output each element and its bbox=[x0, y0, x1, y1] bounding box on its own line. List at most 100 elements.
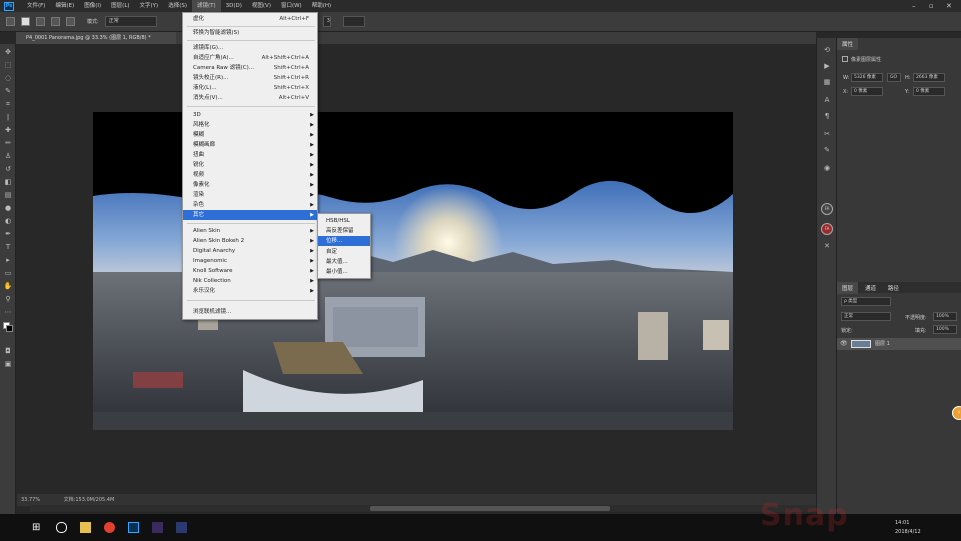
menu-item-vanishing-point[interactable]: 消失点(V)... Alt+Ctrl+V bbox=[183, 93, 317, 103]
menu-item-smart-filter[interactable]: 转换为智能滤镜(S) bbox=[183, 28, 317, 38]
eraser-tool-icon[interactable]: ◧ bbox=[3, 178, 13, 187]
crop-tool-icon[interactable]: ⌗ bbox=[3, 100, 13, 109]
height-field[interactable] bbox=[342, 16, 365, 27]
submenu-item-maximum[interactable]: 最大值... bbox=[318, 257, 370, 267]
screen-mode-icon[interactable]: ▣ bbox=[3, 360, 13, 369]
submenu-item-hsb-hsl[interactable]: HSB/HSL bbox=[318, 216, 370, 226]
photoshop-taskbar-icon[interactable] bbox=[128, 522, 139, 533]
menu-image[interactable]: 图像(I) bbox=[79, 0, 106, 12]
submenu-item-high-pass[interactable]: 高反差保留 bbox=[318, 226, 370, 236]
menu-item-stylize[interactable]: 风格化 ▶ bbox=[183, 120, 317, 130]
menu-item-liquify[interactable]: 液化(L)... Shift+Ctrl+X bbox=[183, 83, 317, 93]
blend-mode-select[interactable]: 正常 bbox=[841, 312, 891, 321]
paragraph-icon[interactable]: ¶ bbox=[822, 112, 832, 121]
more-tools-icon[interactable]: ⋯ bbox=[3, 308, 13, 317]
glyph-icon[interactable]: ◉ bbox=[822, 164, 832, 173]
actions-icon[interactable]: ▶ bbox=[822, 62, 832, 71]
menu-item-yongle[interactable]: 永乐汉化 ▶ bbox=[183, 286, 317, 296]
chrome-icon[interactable] bbox=[104, 522, 115, 533]
menu-item-nik-collection[interactable]: Nik Collection ▶ bbox=[183, 276, 317, 286]
menu-item-other[interactable]: 其它 ▶ bbox=[183, 210, 317, 220]
shape-tool-icon[interactable]: ▭ bbox=[3, 269, 13, 278]
fill-field[interactable]: 100% bbox=[933, 325, 957, 334]
scroll-thumb[interactable] bbox=[370, 506, 610, 511]
brush-preset-icon[interactable]: ✎ bbox=[822, 146, 832, 155]
history-icon[interactable]: ⟲ bbox=[822, 46, 832, 55]
menu-item-sharpen[interactable]: 锐化 ▶ bbox=[183, 160, 317, 170]
link-dimensions-button[interactable]: GO bbox=[887, 73, 901, 82]
minimize-icon[interactable]: – bbox=[912, 0, 916, 12]
close-icon[interactable]: ✕ bbox=[946, 0, 952, 12]
healing-tool-icon[interactable]: ✚ bbox=[3, 126, 13, 135]
tab-layers[interactable]: 图层 bbox=[837, 282, 859, 294]
menu-item-imagenomic[interactable]: Imagenomic ▶ bbox=[183, 256, 317, 266]
menu-item-lens-correction[interactable]: 镜头校正(R)... Shift+Ctrl+R bbox=[183, 73, 317, 83]
character-icon[interactable]: A bbox=[822, 96, 832, 105]
lasso-tool-icon[interactable]: ◌ bbox=[3, 74, 13, 83]
new-selection-icon[interactable] bbox=[21, 17, 30, 26]
type-tool-icon[interactable]: T bbox=[3, 243, 13, 252]
menu-item-blur-gallery[interactable]: 模糊画廊 ▶ bbox=[183, 140, 317, 150]
submenu-item-custom[interactable]: 自定 bbox=[318, 247, 370, 257]
subtract-selection-icon[interactable] bbox=[51, 17, 60, 26]
menu-view[interactable]: 视图(V) bbox=[247, 0, 276, 12]
eye-icon[interactable]: 👁 bbox=[840, 340, 848, 347]
menu-item-video[interactable]: 视频 ▶ bbox=[183, 170, 317, 180]
menu-3d[interactable]: 3D(D) bbox=[221, 0, 247, 12]
menu-select[interactable]: 选择(S) bbox=[163, 0, 192, 12]
floating-assist-button[interactable]: › bbox=[952, 406, 961, 420]
quick-mask-icon[interactable]: ◘ bbox=[3, 347, 13, 356]
file-explorer-icon[interactable] bbox=[80, 522, 91, 533]
background-color-swatch[interactable] bbox=[6, 325, 13, 332]
submenu-item-minimum[interactable]: 最小值... bbox=[318, 267, 370, 277]
intersect-selection-icon[interactable] bbox=[66, 17, 75, 26]
menu-item-digital-anarchy[interactable]: Digital Anarchy ▶ bbox=[183, 246, 317, 256]
x-field[interactable]: 0 像素 bbox=[851, 87, 883, 96]
menu-layer[interactable]: 图层(L) bbox=[106, 0, 134, 12]
quick-select-tool-icon[interactable]: ✎ bbox=[3, 87, 13, 96]
menu-help[interactable]: 帮助(H) bbox=[307, 0, 336, 12]
menu-item-blur[interactable]: 模糊 ▶ bbox=[183, 130, 317, 140]
taskbar-date[interactable]: 2018/4/12 bbox=[895, 529, 921, 535]
menu-item-3d[interactable]: 3D ▶ bbox=[183, 110, 317, 120]
menu-item-distort[interactable]: 扭曲 ▶ bbox=[183, 150, 317, 160]
app-taskbar-icon[interactable] bbox=[152, 522, 163, 533]
zoom-tool-icon[interactable]: ⚲ bbox=[3, 295, 13, 304]
width-field[interactable]: 5326 像素 bbox=[851, 73, 883, 82]
menu-item-render[interactable]: 渲染 ▶ bbox=[183, 190, 317, 200]
stamp-tool-icon[interactable]: ♙ bbox=[3, 152, 13, 161]
maximize-icon[interactable]: ▫ bbox=[929, 0, 934, 12]
tab-paths[interactable]: 路径 bbox=[883, 282, 904, 294]
opacity-field[interactable]: 3 bbox=[322, 16, 331, 27]
horizontal-scrollbar[interactable] bbox=[30, 505, 820, 512]
hand-tool-icon[interactable]: ✋ bbox=[3, 282, 13, 291]
pen-tool-icon[interactable]: ✒ bbox=[3, 230, 13, 239]
document-tab[interactable]: P4_0001 Panorama.jpg @ 33.3% (图层 1, RGB/… bbox=[16, 32, 176, 44]
move-tool-icon[interactable]: ✥ bbox=[3, 48, 13, 57]
tools-preset-icon[interactable]: ✂ bbox=[822, 130, 832, 139]
menu-item-browse-online[interactable]: 浏览联机滤镜... bbox=[183, 307, 317, 317]
layer-opacity-field[interactable]: 100% bbox=[933, 312, 957, 321]
menu-item-noise[interactable]: 杂色 ▶ bbox=[183, 200, 317, 210]
menu-item-alien-skin-bokeh[interactable]: Alien Skin Bokeh 2 ▶ bbox=[183, 236, 317, 246]
plugin-badge-red-icon[interactable]: FA bbox=[821, 223, 833, 235]
path-select-tool-icon[interactable]: ▸ bbox=[3, 256, 13, 265]
plugin-badge-icon[interactable]: FA bbox=[821, 203, 833, 215]
menu-item-knoll-software[interactable]: Knoll Software ▶ bbox=[183, 266, 317, 276]
menu-type[interactable]: 文字(Y) bbox=[135, 0, 164, 12]
menu-item-filter-gallery[interactable]: 滤镜库(G)... bbox=[183, 43, 317, 53]
history-brush-tool-icon[interactable]: ↺ bbox=[3, 165, 13, 174]
swatches-icon[interactable]: ▦ bbox=[822, 78, 832, 87]
tab-channels[interactable]: 通道 bbox=[860, 282, 881, 294]
menu-item-camera-raw[interactable]: Camera Raw 滤镜(C)... Shift+Ctrl+A bbox=[183, 63, 317, 73]
windows-start-icon[interactable]: ⊞ bbox=[32, 522, 43, 533]
brush-tool-icon[interactable]: ✏ bbox=[3, 139, 13, 148]
add-selection-icon[interactable] bbox=[36, 17, 45, 26]
menu-file[interactable]: 文件(F) bbox=[22, 0, 50, 12]
menu-item-adaptive-wide-angle[interactable]: 自适应广角(A)... Alt+Shift+Ctrl+A bbox=[183, 53, 317, 63]
properties-tab[interactable]: 属性 bbox=[837, 38, 859, 50]
eyedropper-tool-icon[interactable]: ǀ bbox=[3, 113, 13, 122]
menu-window[interactable]: 窗口(W) bbox=[276, 0, 307, 12]
taskbar-time[interactable]: 14:01 bbox=[895, 520, 909, 526]
zoom-readout[interactable]: 33.77% bbox=[21, 497, 40, 503]
